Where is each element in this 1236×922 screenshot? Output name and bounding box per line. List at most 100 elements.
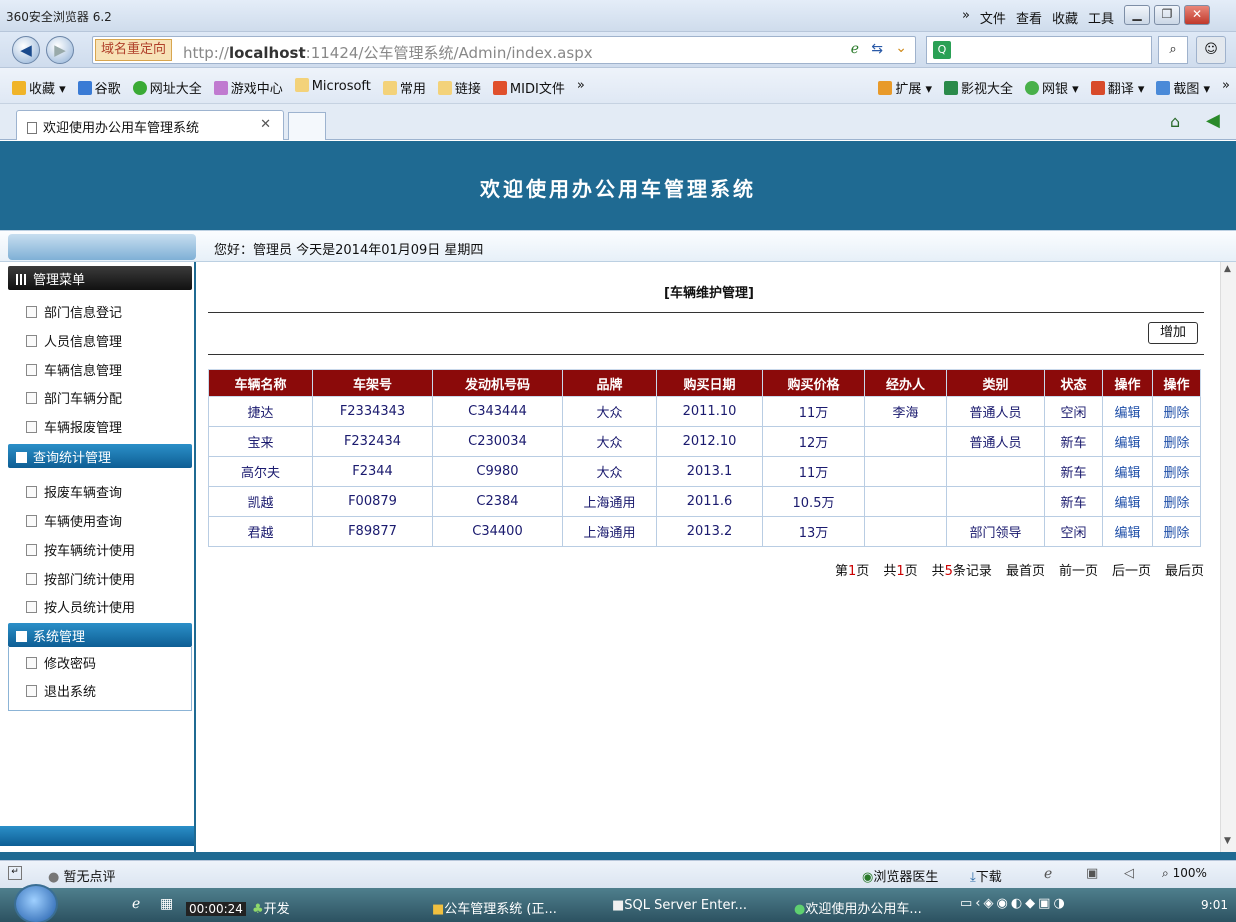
back-icon[interactable]: ◀ [12,36,40,64]
cell-status: 新车 [1044,426,1103,457]
fav-games[interactable]: 游戏中心 [213,78,283,97]
user-avatar-icon[interactable]: ☺ [1196,36,1226,64]
system-tray-icons[interactable]: ▭‹◈◉◐◆▣◑ [960,896,1068,911]
zoom-control[interactable]: ⌕ 100% [1162,866,1207,881]
sidebar-section-system[interactable]: 系统管理 [8,623,192,647]
scroll-up-icon[interactable]: ▲ [1224,264,1231,274]
cell-status: 空闲 [1044,396,1103,427]
tool-video[interactable]: 影视大全 [944,78,1013,97]
col-name: 车辆名称 [208,369,313,397]
cell-date: 2013.2 [656,516,763,547]
minimize-icon[interactable]: ▁ [1124,5,1150,25]
fav-common[interactable]: 常用 [382,78,426,97]
tab-close-icon[interactable]: ✕ [260,117,271,132]
sidebar-section-query[interactable]: 查询统计管理 [8,444,192,468]
folder-icon [437,81,452,95]
delete-link[interactable]: 删除 [1152,456,1201,487]
col-category: 类别 [946,369,1045,397]
search-input[interactable]: Q [926,36,1152,64]
taskbar-item-sql[interactable]: ■SQL Server Enter... [612,898,747,913]
fav-more[interactable]: » [577,78,585,97]
google-icon [77,81,92,95]
edit-link[interactable]: 编辑 [1102,396,1153,427]
tool-bank[interactable]: 网银 ▾ [1025,78,1079,97]
tab-active[interactable]: 欢迎使用办公用车管理系统 ✕ [16,110,284,140]
cell-category: 普通人员 [946,426,1045,457]
menu-favorites[interactable]: 收藏 [1052,8,1078,27]
taskbar-item-vs[interactable]: ■公车管理系统 (正... [432,898,557,917]
ie-icon[interactable]: ℯ [1044,866,1052,882]
menu-view[interactable]: 查看 [1016,8,1042,27]
start-button[interactable] [14,884,58,922]
forward-icon[interactable]: ▶ [46,36,74,64]
fav-links[interactable]: 链接 [437,78,481,97]
delete-link[interactable]: 删除 [1152,486,1201,517]
sidebar-item-staff[interactable]: 人员信息管理 [26,331,122,350]
last-page-link[interactable]: 最后页 [1165,560,1204,579]
cell-price: 11万 [762,456,865,487]
fav-midi[interactable]: MIDI文件 [492,78,565,97]
sidebar-section-manage[interactable]: 管理菜单 [8,266,192,290]
window-icon[interactable]: ▣ [1086,866,1098,881]
sidebar-item-dept-register[interactable]: 部门信息登记 [26,302,122,321]
tool-translate[interactable]: 翻译 ▾ [1090,78,1144,97]
fav-microsoft[interactable]: Microsoft [294,78,371,97]
desktop-icon[interactable]: ▦ [160,896,173,912]
fav-sites[interactable]: 网址大全 [132,78,202,97]
tool-more[interactable]: » [1222,78,1230,97]
dropdown-icon[interactable]: ⌄ [895,40,907,56]
edit-link[interactable]: 编辑 [1102,456,1153,487]
refresh-icon[interactable]: ⇆ [871,41,883,57]
delete-link[interactable]: 删除 [1152,516,1201,547]
fav-google[interactable]: 谷歌 [77,78,121,97]
taskbar-item-browser[interactable]: ●欢迎使用办公用车... [794,898,922,917]
tab-strip: 欢迎使用办公用车管理系统 ✕ ⌂ ◀ [0,104,1236,140]
first-page-link[interactable]: 最首页 [1006,560,1045,579]
delete-link[interactable]: 删除 [1152,396,1201,427]
taskbar-item-dev[interactable]: ♣开发 [252,898,290,917]
edit-link[interactable]: 编辑 [1102,516,1153,547]
sidebar-item-stat-staff[interactable]: 按人员统计使用 [26,597,135,616]
new-tab-button[interactable] [288,112,326,140]
search-engine-icon[interactable]: Q [933,41,951,59]
prev-page-link[interactable]: 前一页 [1059,560,1098,579]
undo-close-icon[interactable]: ◀ [1206,110,1220,131]
url-text: http://localhost:11424/公车管理系统/Admin/inde… [183,44,593,62]
sidebar-item-logout[interactable]: 退出系统 [26,681,96,700]
sidebar-item-stat-dept[interactable]: 按部门统计使用 [26,569,135,588]
page-status-icon[interactable]: ↵ [8,866,22,880]
ie-mode-icon[interactable]: ℯ [851,41,859,57]
scroll-down-icon[interactable]: ▼ [1224,836,1231,846]
search-icon[interactable]: ⌕ [1158,36,1188,64]
sound-icon[interactable]: ◁ [1124,866,1134,881]
home-icon[interactable]: ⌂ [1170,112,1180,131]
tool-extensions[interactable]: 扩展 ▾ [878,78,932,97]
timer-text: 00:00:24 [186,902,246,916]
restore-icon[interactable]: ❐ [1154,5,1180,25]
sidebar-item-dept-vehicle[interactable]: 部门车辆分配 [26,388,122,407]
fav-collect[interactable]: 收藏 ▾ [12,78,66,97]
download-button[interactable]: ⤓下载 [970,866,1002,885]
screenshot-icon [1156,81,1171,95]
edit-link[interactable]: 编辑 [1102,426,1153,457]
sidebar-item-usage-query[interactable]: 车辆使用查询 [26,511,122,530]
scrollbar[interactable]: ▲ ▼ [1220,262,1236,852]
edit-link[interactable]: 编辑 [1102,486,1153,517]
close-window-icon[interactable]: ✕ [1184,5,1210,25]
sidebar-item-scrap[interactable]: 车辆报废管理 [26,417,122,436]
menu-file[interactable]: 文件 [980,8,1006,27]
sidebar-item-change-password[interactable]: 修改密码 [26,653,96,672]
sidebar-item-stat-vehicle[interactable]: 按车辆统计使用 [26,540,135,559]
rating-text[interactable]: ● 暂无点评 [48,866,116,885]
next-page-link[interactable]: 后一页 [1112,560,1151,579]
url-bar[interactable]: 域名重定向 http://localhost:11424/公车管理系统/Admi… [92,36,916,64]
tool-screenshot[interactable]: 截图 ▾ [1156,78,1210,97]
sidebar-item-vehicle-info[interactable]: 车辆信息管理 [26,360,122,379]
menu-more[interactable]: » [962,8,970,27]
ie-taskbar-icon[interactable]: ℯ [132,896,140,912]
menu-tools[interactable]: 工具 [1088,8,1114,27]
browser-doctor[interactable]: ◉浏览器医生 [862,866,938,885]
delete-link[interactable]: 删除 [1152,426,1201,457]
sidebar-item-scrap-query[interactable]: 报废车辆查询 [26,482,122,501]
add-button[interactable]: 增加 [1148,322,1198,344]
